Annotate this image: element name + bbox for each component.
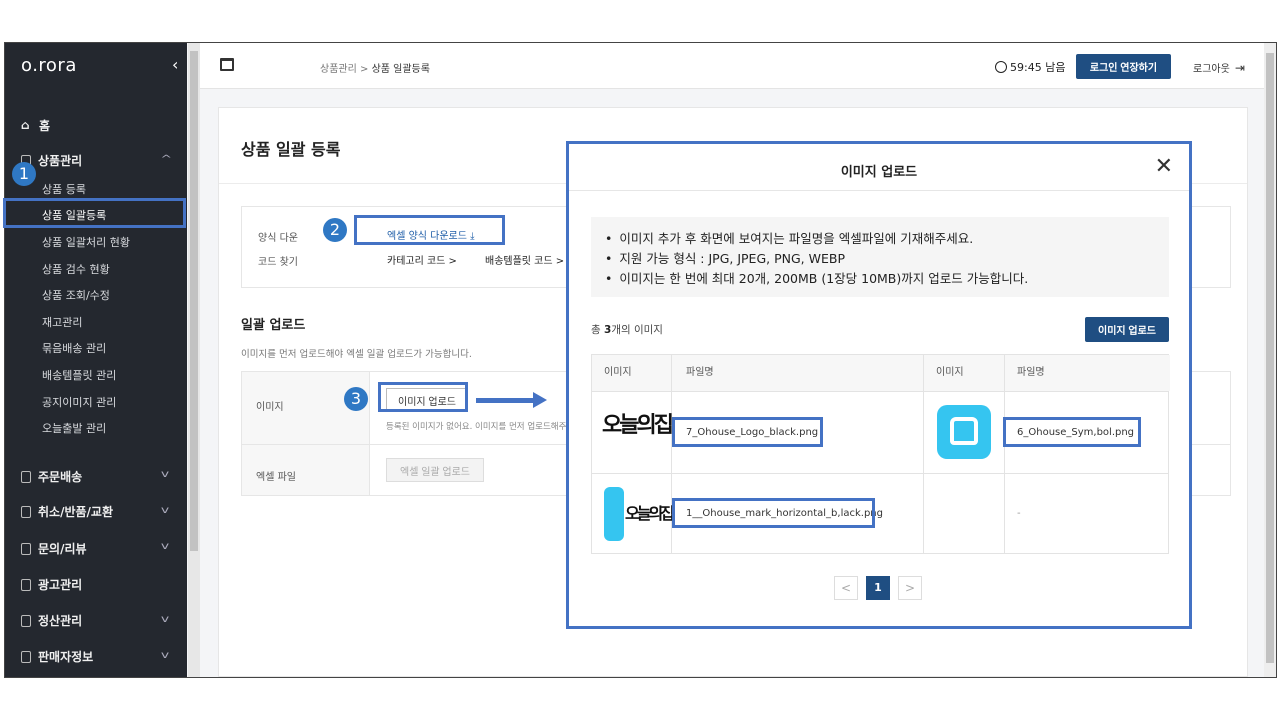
sidebar-item-label: 광고관리 [38,578,83,592]
sidebar-item-label: 취소/반품/교환 [38,505,114,519]
sidebar-item-home[interactable]: ⌂ 홈 [21,117,50,134]
annotation-badge-1: 1 [12,162,36,186]
logout-icon: ⇥ [1234,60,1245,75]
breadcrumb-parent[interactable]: 상품관리 [320,64,357,75]
extend-login-button[interactable]: 로그인 연장하기 [1076,54,1171,79]
annotation-highlight-filename [672,498,875,528]
sidebar-sub-today-shipping[interactable]: 오늘출발 관리 [42,420,106,436]
sidebar-item-label: 주문배송 [38,470,83,484]
breadcrumb-separator: > [360,64,369,75]
document-icon [21,614,31,627]
home-icon: ⌂ [21,118,30,132]
chevron-down-icon[interactable]: v [161,541,169,552]
annotation-highlight-image-upload [378,382,468,412]
bulk-upload-title: 일괄 업로드 [241,318,306,333]
clock-icon [995,61,1007,73]
logout-link[interactable]: 로그아웃 ⇥ [1193,60,1245,76]
chevron-down-icon[interactable]: v [161,650,169,661]
chevron-up-icon[interactable]: ^ [160,154,172,165]
shipping-template-code-link[interactable]: 배송템플릿 코드 > [485,252,564,267]
sidebar-item-label: 문의/리뷰 [38,542,87,556]
category-code-link[interactable]: 카테고리 코드 > [387,252,457,267]
document-icon [21,470,31,483]
sidebar-item-returns[interactable]: 취소/반품/교환 [21,503,113,520]
store-icon[interactable] [220,58,234,71]
scrollbar-thumb[interactable] [1266,53,1274,663]
sidebar-sub-search-edit[interactable]: 상품 조회/수정 [42,287,110,303]
chevron-down-icon[interactable]: v [161,505,169,516]
annotation-highlight-filename [1003,417,1141,447]
main-scrollbar[interactable] [1264,43,1276,677]
session-timer: 59:45 남음 [995,59,1065,75]
sidebar-sub-inspection[interactable]: 상품 검수 현황 [42,261,110,277]
annotation-highlight-sidebar [3,198,186,228]
chevron-down-icon[interactable]: v [161,614,169,625]
image-label: 이미지 [256,402,284,413]
sidebar-sub-bundle-shipping[interactable]: 묶음배송 관리 [42,340,106,356]
sidebar-sub-notice-image[interactable]: 공지이미지 관리 [42,394,116,410]
annotation-highlight-filename [672,417,823,447]
sidebar-item-settlement[interactable]: 정산관리 [21,612,82,629]
timer-text: 59:45 남음 [1010,61,1066,74]
topbar: 상품관리 > 상품 일괄등록 59:45 남음 로그인 연장하기 로그아웃 ⇥ [200,43,1264,89]
sidebar-item-inquiries[interactable]: 문의/리뷰 [21,540,87,557]
excel-label: 엑셀 파일 [256,472,296,483]
sidebar-item-label: 판매자정보 [38,650,94,664]
sidebar-item-ads[interactable]: 광고관리 [21,576,82,593]
code-label: 코드 찾기 [258,257,298,268]
sidebar-sub-shipping-template[interactable]: 배송템플릿 관리 [42,367,116,383]
annotation-badge-2: 2 [323,218,347,242]
chevron-left-icon[interactable]: ‹ [172,55,178,74]
annotation-badge-3: 3 [344,387,368,411]
image-empty-text: 등록된 이미지가 없어요. 이미지를 먼저 업로드해주세 [386,422,575,432]
logout-label: 로그아웃 [1193,64,1230,75]
document-icon [21,542,31,555]
sidebar-sub-bulk-status[interactable]: 상품 일괄처리 현황 [42,234,130,250]
annotation-highlight-modal [566,141,1192,629]
sidebar-item-orders[interactable]: 주문배송 [21,468,82,485]
sidebar-sub-inventory[interactable]: 재고관리 [42,314,82,330]
sidebar-item-label: 상품관리 [38,154,83,168]
template-label: 양식 다운 [258,233,298,244]
sidebar-item-label: 정산관리 [38,614,83,628]
sidebar-sub-product-register[interactable]: 상품 등록 [42,181,86,197]
page-title: 상품 일괄 등록 [241,140,341,159]
excel-bulk-upload-button[interactable]: 엑셀 일괄 업로드 [386,458,484,482]
sidebar-scrollbar[interactable] [188,43,200,677]
bulk-upload-desc: 이미지를 먼저 업로드해야 엑셀 일괄 업로드가 가능합니다. [241,349,472,360]
breadcrumb: 상품관리 > 상품 일괄등록 [320,60,430,75]
document-icon [21,578,31,591]
chevron-down-icon[interactable]: v [161,469,169,480]
sidebar-item-label: 홈 [39,119,51,133]
sidebar-item-seller-info[interactable]: 판매자정보 [21,648,93,665]
annotation-highlight-download [354,215,505,245]
scrollbar-thumb[interactable] [190,51,198,551]
breadcrumb-current: 상품 일괄등록 [371,64,430,75]
annotation-arrow-head [533,392,547,408]
sidebar: o.rora ‹ ⌂ 홈 상품관리 ^ 상품 등록 상품 일괄등록 상품 일괄처… [5,43,187,677]
document-icon [21,650,31,663]
document-icon [21,505,31,518]
annotation-arrow [476,398,536,403]
app-logo[interactable]: o.rora [21,55,77,76]
